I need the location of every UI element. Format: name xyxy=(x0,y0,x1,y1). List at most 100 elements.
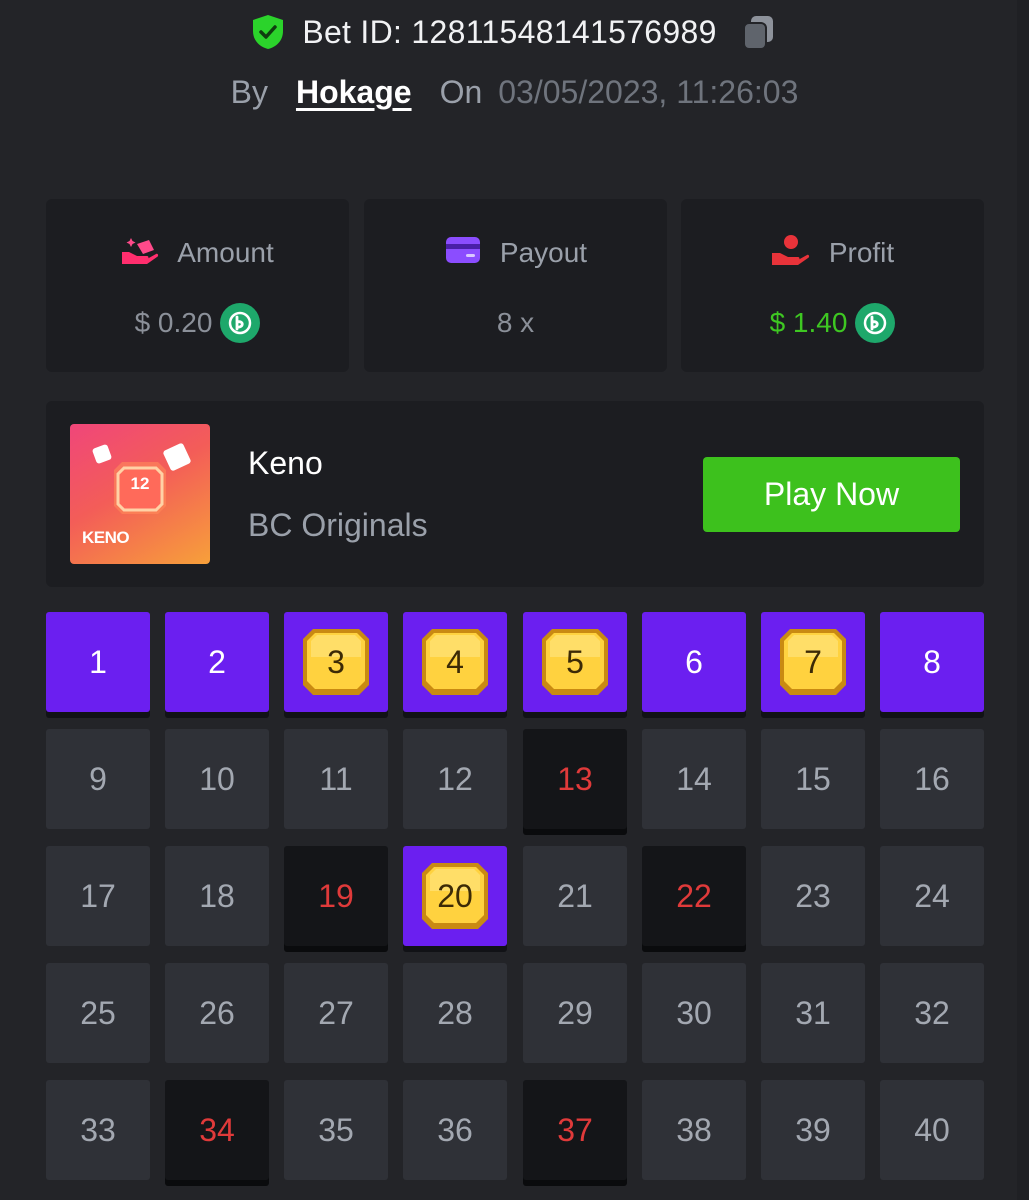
keno-cell-33[interactable]: 33 xyxy=(46,1080,150,1180)
keno-cell-31[interactable]: 31 xyxy=(761,963,865,1063)
keno-cell-16[interactable]: 16 xyxy=(880,729,984,829)
keno-cell-38[interactable]: 38 xyxy=(642,1080,746,1180)
keno-cell-21[interactable]: 21 xyxy=(523,846,627,946)
cell-number: 31 xyxy=(795,994,831,1031)
card-icon xyxy=(444,235,482,272)
cell-number: 18 xyxy=(199,877,235,914)
keno-grid: 1 2 3 4 5 6 7 8 9 10 11 12 13 14 15 16 17 18 19 20 21 22 23 24 2… xyxy=(46,612,984,1200)
thumbnail-number: 12 xyxy=(130,474,150,493)
keno-cell-15[interactable]: 15 xyxy=(761,729,865,829)
keno-cell-8[interactable]: 8 xyxy=(880,612,984,712)
cell-number: 11 xyxy=(319,760,353,797)
keno-cell-2[interactable]: 2 xyxy=(165,612,269,712)
cell-number: 16 xyxy=(914,760,950,797)
profit-card: Profit $ 1.40 xyxy=(681,199,984,372)
keno-cell-25[interactable]: 25 xyxy=(46,963,150,1063)
cell-number: 4 xyxy=(446,643,464,680)
keno-cell-29[interactable]: 29 xyxy=(523,963,627,1063)
cell-number: 7 xyxy=(804,643,822,680)
keno-cell-13[interactable]: 13 xyxy=(523,729,627,829)
thumbnail-label: KENO xyxy=(82,528,130,547)
cell-number: 35 xyxy=(318,1111,354,1148)
keno-cell-3[interactable]: 3 xyxy=(284,612,388,712)
cell-number: 5 xyxy=(566,643,584,680)
cell-number: 24 xyxy=(914,877,950,914)
cell-number: 27 xyxy=(318,994,354,1031)
gem-icon: 4 xyxy=(418,625,492,699)
verified-shield-icon xyxy=(250,13,286,51)
keno-cell-39[interactable]: 39 xyxy=(761,1080,865,1180)
keno-cell-40[interactable]: 40 xyxy=(880,1080,984,1180)
keno-cell-10[interactable]: 10 xyxy=(165,729,269,829)
keno-cell-22[interactable]: 22 xyxy=(642,846,746,946)
cell-number: 26 xyxy=(199,994,235,1031)
profit-value: $ 1.40 xyxy=(769,307,848,338)
cell-number: 37 xyxy=(557,1111,593,1148)
copy-icon[interactable] xyxy=(739,12,779,52)
keno-cell-6[interactable]: 6 xyxy=(642,612,746,712)
keno-cell-19[interactable]: 19 xyxy=(284,846,388,946)
keno-cell-27[interactable]: 27 xyxy=(284,963,388,1063)
keno-cell-20[interactable]: 20 xyxy=(403,846,507,946)
keno-cell-26[interactable]: 26 xyxy=(165,963,269,1063)
game-name: Keno xyxy=(248,445,323,481)
keno-cell-34[interactable]: 34 xyxy=(165,1080,269,1180)
cell-number: 10 xyxy=(199,760,235,797)
keno-cell-9[interactable]: 9 xyxy=(46,729,150,829)
keno-cell-18[interactable]: 18 xyxy=(165,846,269,946)
money-hand-icon xyxy=(771,233,811,274)
payout-label: Payout xyxy=(499,237,588,268)
amount-label: Amount xyxy=(177,237,274,268)
scrollbar-track[interactable] xyxy=(1017,0,1029,1200)
keno-cell-14[interactable]: 14 xyxy=(642,729,746,829)
bet-id-text: Bet ID: 12811548141576989 xyxy=(302,13,717,50)
gem-icon: 20 xyxy=(418,859,492,933)
bet-details-page: Bet ID: 12811548141576989 By Hokage On 0… xyxy=(0,0,1029,1200)
bet-datetime: 03/05/2023, 11:26:03 xyxy=(498,73,799,110)
keno-cell-4[interactable]: 4 xyxy=(403,612,507,712)
gem-icon: 7 xyxy=(776,625,850,699)
keno-cell-24[interactable]: 24 xyxy=(880,846,984,946)
cell-number: 23 xyxy=(795,877,831,914)
keno-thumbnail[interactable]: 12 KENO xyxy=(70,424,210,564)
cell-number: 9 xyxy=(89,760,107,797)
payout-card: Payout 8 x xyxy=(364,199,667,372)
keno-cell-35[interactable]: 35 xyxy=(284,1080,388,1180)
game-card: 12 KENO Keno BC Originals Play Now xyxy=(46,401,984,587)
amount-value: $ 0.20 xyxy=(134,307,213,338)
keno-cell-36[interactable]: 36 xyxy=(403,1080,507,1180)
cell-number: 25 xyxy=(80,994,116,1031)
bc-coin-icon xyxy=(855,303,896,343)
cell-number: 14 xyxy=(676,760,712,797)
cell-number: 20 xyxy=(437,877,473,914)
cell-number: 39 xyxy=(795,1111,831,1148)
cell-number: 34 xyxy=(199,1111,235,1148)
keno-cell-23[interactable]: 23 xyxy=(761,846,865,946)
keno-cell-37[interactable]: 37 xyxy=(523,1080,627,1180)
keno-cell-7[interactable]: 7 xyxy=(761,612,865,712)
cell-number: 17 xyxy=(80,877,116,914)
cell-number: 29 xyxy=(557,994,593,1031)
play-now-button[interactable]: Play Now xyxy=(703,457,960,532)
cell-number: 33 xyxy=(80,1111,116,1148)
cell-number: 36 xyxy=(437,1111,473,1148)
keno-cell-11[interactable]: 11 xyxy=(284,729,388,829)
keno-cell-1[interactable]: 1 xyxy=(46,612,150,712)
keno-cell-17[interactable]: 17 xyxy=(46,846,150,946)
cell-number: 19 xyxy=(318,877,354,914)
game-provider: BC Originals xyxy=(248,507,428,543)
bet-id-row: Bet ID: 12811548141576989 xyxy=(0,10,1029,54)
gem-icon: 3 xyxy=(299,625,373,699)
keno-cell-5[interactable]: 5 xyxy=(523,612,627,712)
payout-value: 8 x xyxy=(496,307,535,338)
on-label: On xyxy=(439,73,483,110)
cell-number: 2 xyxy=(208,643,226,680)
amount-card: Amount $ 0.20 xyxy=(46,199,349,372)
bet-meta-row: By Hokage On 03/05/2023, 11:26:03 xyxy=(0,70,1029,114)
keno-cell-30[interactable]: 30 xyxy=(642,963,746,1063)
keno-cell-32[interactable]: 32 xyxy=(880,963,984,1063)
cell-number: 30 xyxy=(676,994,712,1031)
keno-cell-12[interactable]: 12 xyxy=(403,729,507,829)
username-link[interactable]: Hokage xyxy=(296,74,412,111)
keno-cell-28[interactable]: 28 xyxy=(403,963,507,1063)
